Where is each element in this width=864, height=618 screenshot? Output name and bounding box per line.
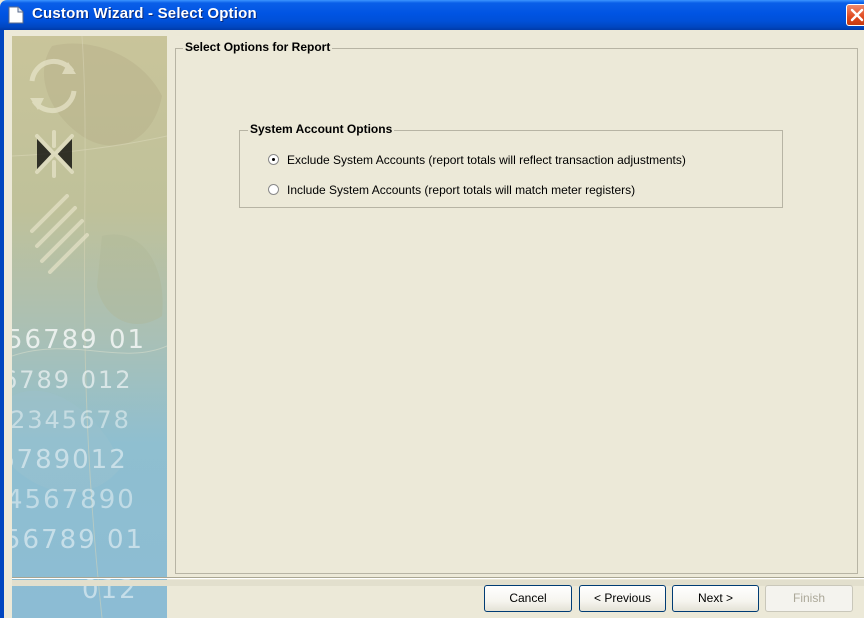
decor-number-text: 4567890 <box>12 485 136 515</box>
title-bar[interactable]: Custom Wizard - Select Option <box>0 0 864 30</box>
decor-number-text: 56789 01 <box>12 525 144 555</box>
system-account-options-label: System Account Options <box>248 122 395 136</box>
asterisk-icon <box>35 130 74 178</box>
radio-exclude-system-accounts[interactable] <box>268 154 279 165</box>
button-separator <box>12 577 864 579</box>
decor-number-text: 2345678 <box>12 406 131 434</box>
previous-button[interactable]: < Previous <box>579 585 666 612</box>
decor-number-text: 6789 012 <box>12 366 133 394</box>
next-button[interactable]: Next > <box>672 585 759 612</box>
report-options-group-label: Select Options for Report <box>183 40 333 54</box>
window-title: Custom Wizard - Select Option <box>32 5 257 22</box>
wizard-side-image: 56789 01 6789 012 2345678 6789012 4567890 567… <box>12 36 167 618</box>
stripes-icon <box>30 194 89 274</box>
close-icon <box>850 8 864 22</box>
cancel-button[interactable]: Cancel <box>484 585 572 612</box>
exclude-system-accounts-label[interactable]: Exclude System Accounts (report totals w… <box>287 152 686 168</box>
decor-number-text: 6789012 <box>12 445 128 475</box>
include-system-accounts-label[interactable]: Include System Accounts (report totals w… <box>287 182 635 198</box>
radio-selected-dot <box>272 158 275 161</box>
wizard-window: Custom Wizard - Select Option 56789 01 6… <box>0 0 864 618</box>
window-frame-left <box>0 30 4 618</box>
decor-number-text: 56789 01 <box>12 325 146 355</box>
radio-include-system-accounts[interactable] <box>268 184 279 195</box>
close-button[interactable] <box>846 4 864 26</box>
finish-button[interactable]: Finish <box>765 585 853 612</box>
document-icon <box>8 6 24 24</box>
